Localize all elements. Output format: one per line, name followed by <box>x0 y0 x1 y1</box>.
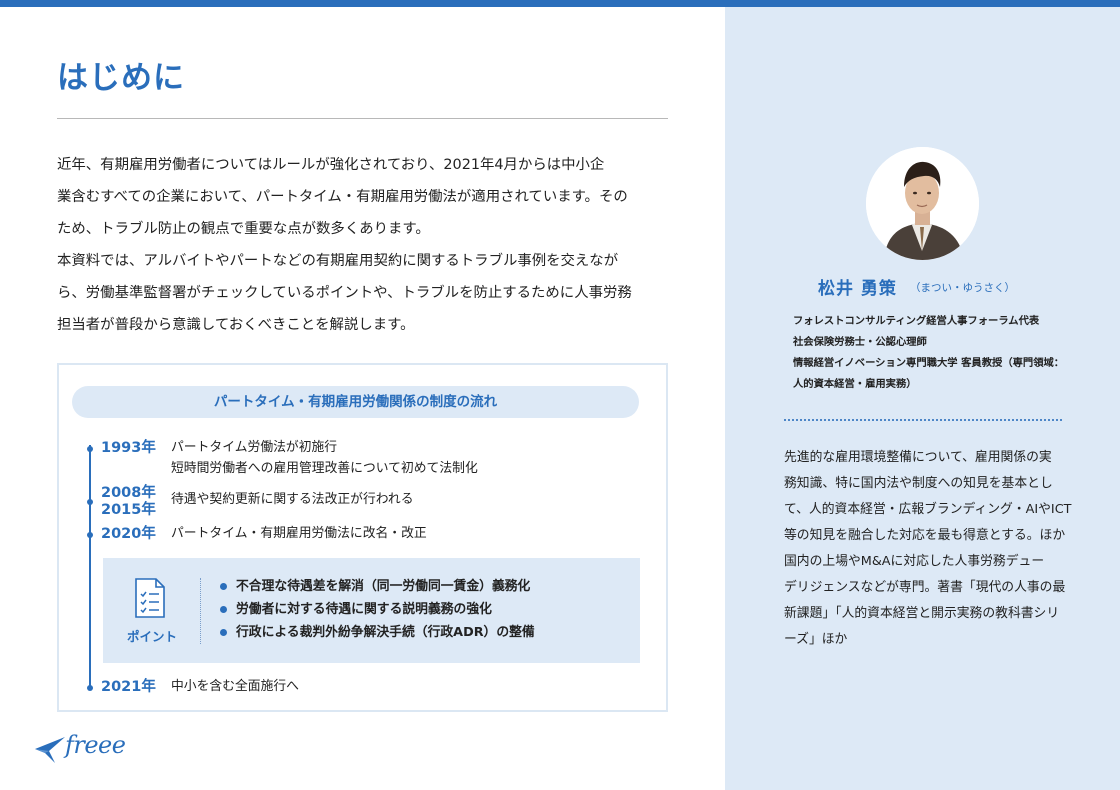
timeline-heading: パートタイム・有期雇用労働関係の制度の流れ <box>72 386 639 418</box>
freee-logo: freee <box>33 729 143 769</box>
timeline-line <box>89 445 91 688</box>
intro-paragraph-2: 本資料では、アルバイトやパートなどの有期雇用契約に関するトラブル事例を交えなが … <box>57 253 632 333</box>
profile-sidebar <box>725 7 1120 790</box>
timeline-year-1993: 1993年 <box>101 440 156 456</box>
timeline-text-2008-2015: 待遇や契約更新に関する法改正が行われる <box>171 492 414 507</box>
timeline-dot <box>87 685 93 691</box>
portrait-photo <box>866 147 979 260</box>
logo-text: freee <box>65 731 126 759</box>
checklist-document-icon <box>135 578 165 618</box>
key-points-box: ポイント 不合理な待遇差を解消（同一労働同一賃金）義務化 労働者に対する待遇に関… <box>103 558 640 663</box>
profile-name: 松井 勇策 <box>818 279 897 299</box>
points-list: 不合理な待遇差を解消（同一労働同一賃金）義務化 労働者に対する待遇に関する説明義… <box>220 575 535 644</box>
profile-titles: フォレストコンサルティング経営人事フォーラム代表 社会保険労務士・公認心理師 情… <box>793 311 1083 395</box>
profile-title-item: 情報経営イノベーション専門職大学 客員教授（専門領域： 人的資本経営・雇用実務） <box>793 357 1065 390</box>
timeline-text-1993: パートタイム労働法が初施行 短時間労働者への雇用管理改善について初めて法制化 <box>171 440 478 476</box>
timeline-year-2020: 2020年 <box>101 526 156 542</box>
profile-title-item: 社会保険労務士・公認心理師 <box>793 336 927 348</box>
profile-divider <box>784 419 1062 421</box>
point-item: 労働者に対する待遇に関する説明義務の強化 <box>220 598 535 621</box>
timeline-text-2021: 中小を含む全面施行へ <box>171 679 299 694</box>
timeline-text-2020: パートタイム・有期雇用労働法に改名・改正 <box>171 526 427 541</box>
intro-paragraph-1: 近年、有期雇用労働者についてはルールが強化されており、2021年4月からは中小企… <box>57 157 628 237</box>
timeline-year-2008-2015: 2008年 2015年 <box>101 485 156 518</box>
timeline-dot <box>87 532 93 538</box>
page-title: はじめに <box>57 60 185 96</box>
timeline-year-2021: 2021年 <box>101 679 156 695</box>
policy-timeline-box: パートタイム・有期雇用労働関係の制度の流れ 1993年 パートタイム労働法が初施… <box>57 363 668 712</box>
timeline-dot <box>87 446 93 452</box>
freee-bird-icon <box>35 737 65 763</box>
profile-bio: 先進的な雇用環境整備について、雇用関係の実 務知識、特に国内法や制度への知見を基… <box>784 450 1072 647</box>
point-item: 行政による裁判外紛争解決手続（行政ADR）の整備 <box>220 621 535 644</box>
avatar <box>866 147 979 260</box>
points-label: ポイント <box>126 629 177 644</box>
timeline-dot <box>87 499 93 505</box>
profile-name-reading: （まつい・ゆうさく） <box>910 282 1015 294</box>
point-item: 不合理な待遇差を解消（同一労働同一賃金）義務化 <box>220 575 535 598</box>
title-divider <box>57 118 668 119</box>
intro-text: 近年、有期雇用労働者についてはルールが強化されており、2021年4月からは中小企… <box>57 149 673 341</box>
top-accent-bar <box>0 0 1120 7</box>
points-divider <box>200 578 201 644</box>
profile-title-item: フォレストコンサルティング経営人事フォーラム代表 <box>793 315 1040 327</box>
